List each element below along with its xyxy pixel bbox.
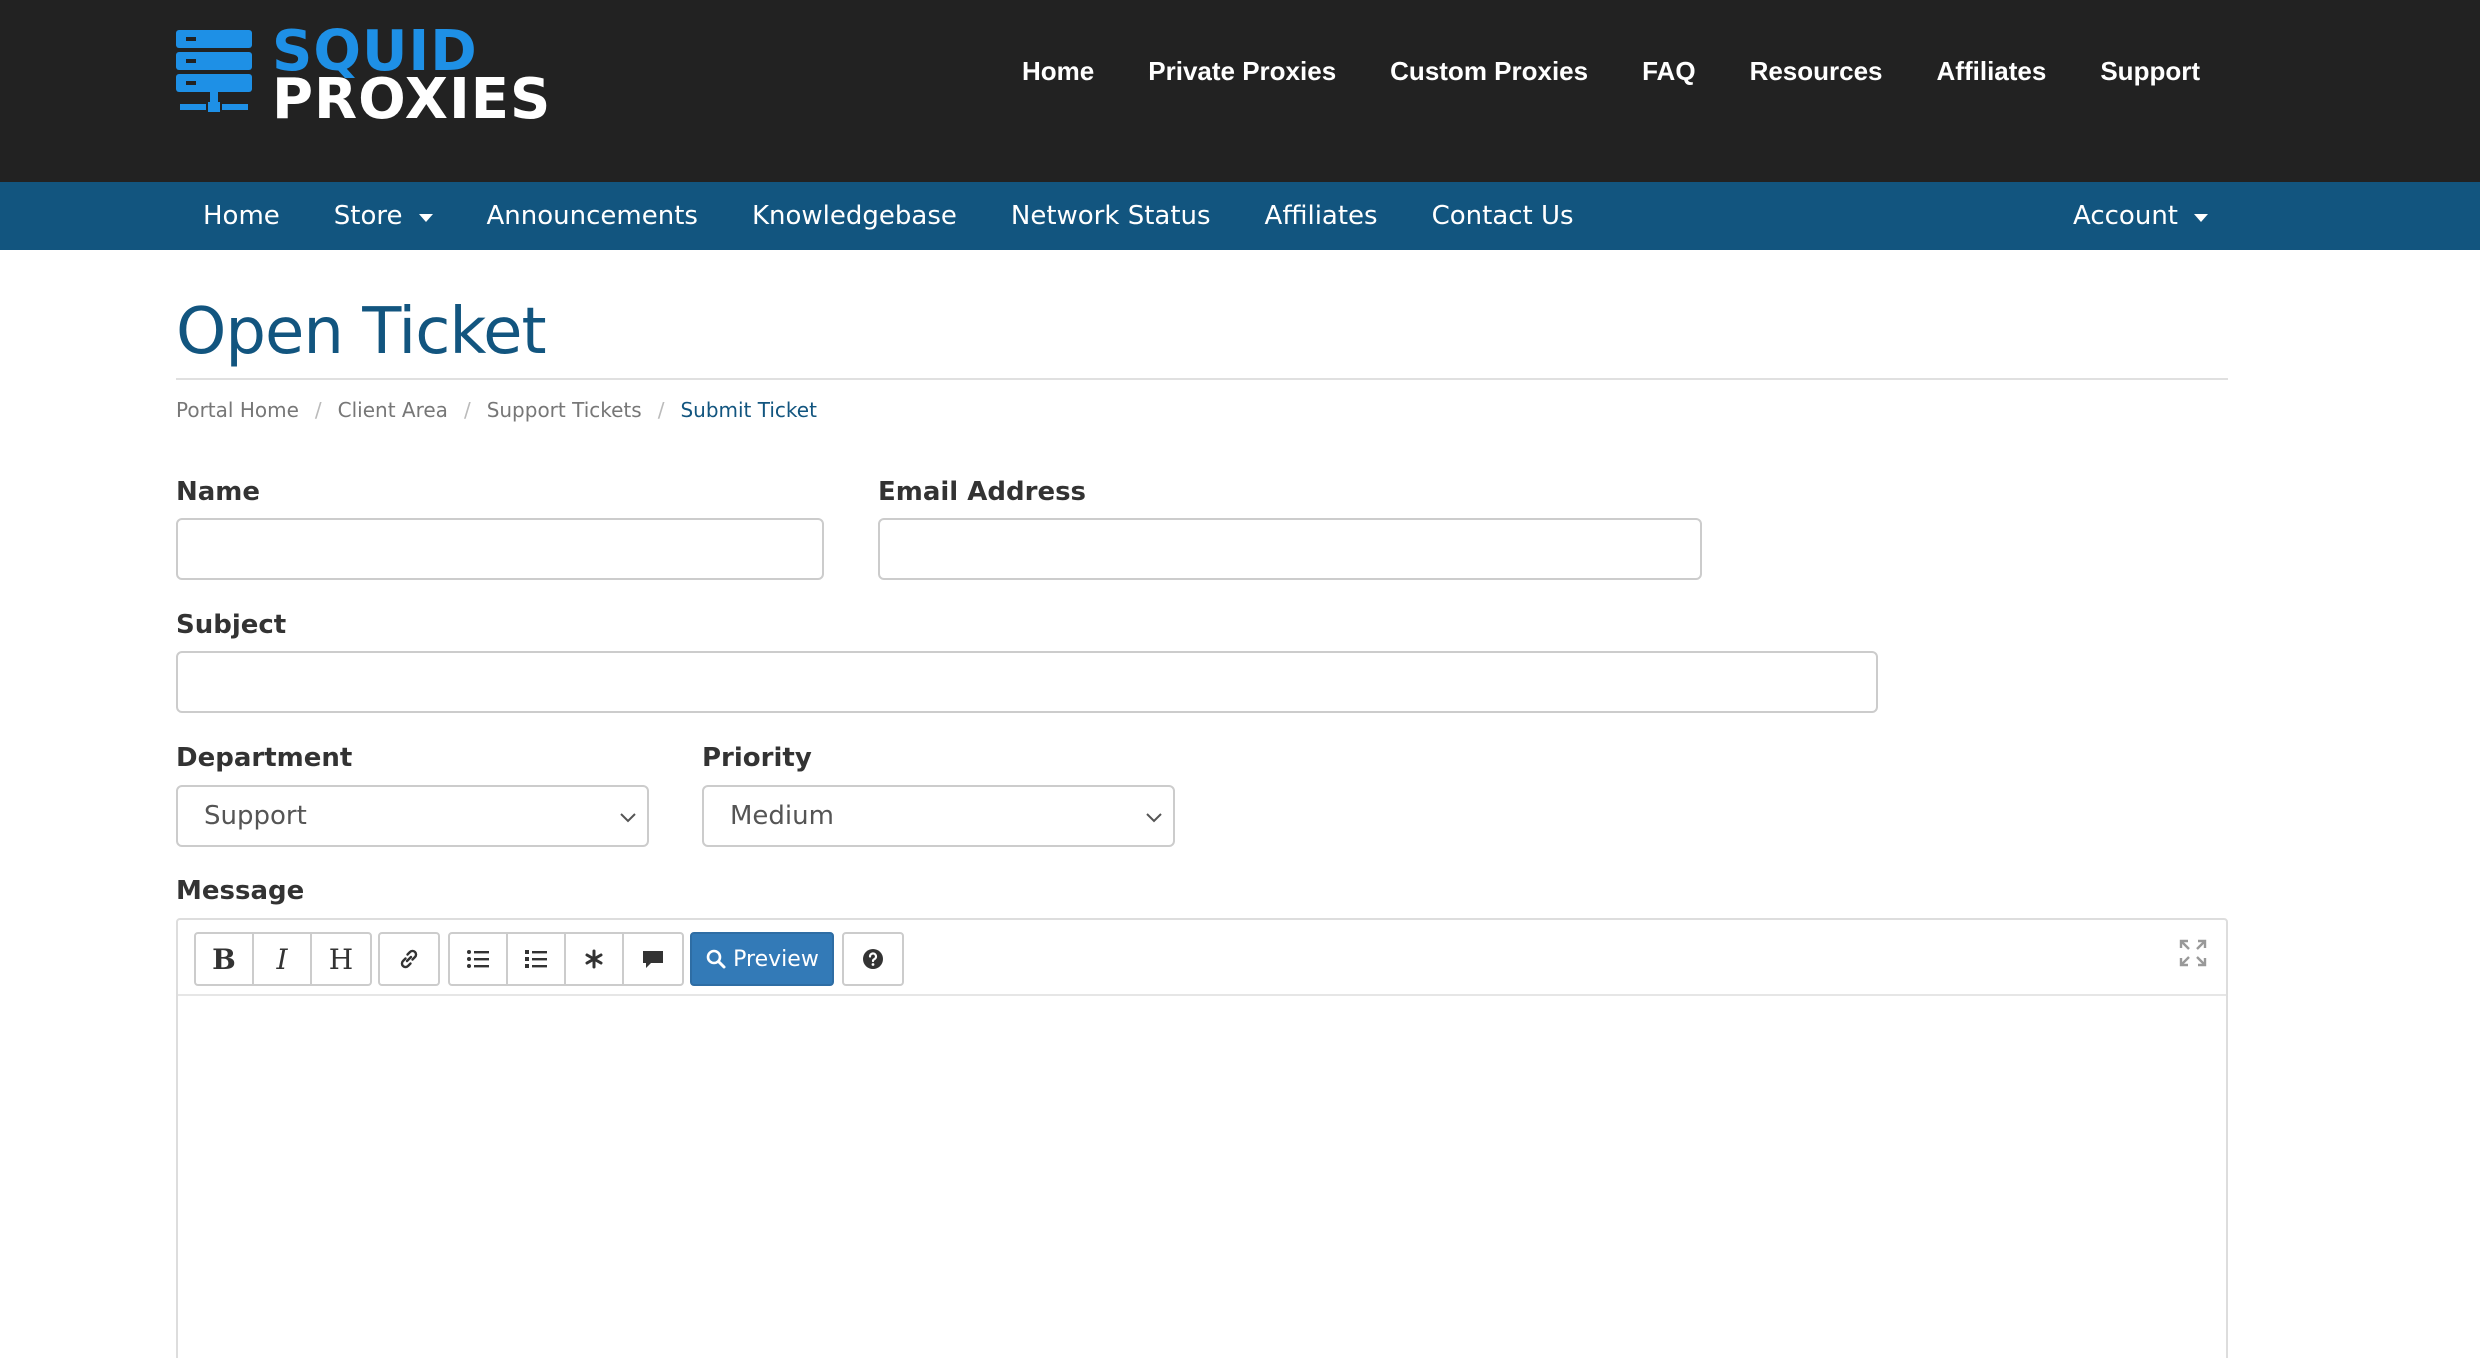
message-label: Message [176, 876, 305, 906]
top-nav-support[interactable]: Support [2100, 56, 2200, 87]
breadcrumb-separator: / [657, 398, 665, 422]
unordered-list-button[interactable] [450, 934, 508, 984]
link-button[interactable] [380, 934, 438, 984]
breadcrumb: Portal Home / Client Area / Support Tick… [176, 396, 817, 424]
site-logo[interactable]: SQUID PROXIES [176, 24, 576, 128]
department-select[interactable]: Support [176, 785, 649, 847]
italic-icon: I [276, 942, 288, 976]
asterisk-button[interactable] [566, 934, 624, 984]
message-editor: B I H Preview [176, 918, 2228, 1358]
breadcrumb-separator: / [314, 398, 322, 422]
main-nav-home-label: Home [203, 201, 280, 231]
list-button-group [448, 932, 684, 986]
preview-button[interactable]: Preview [690, 932, 834, 986]
breadcrumb-client-area[interactable]: Client Area [338, 396, 448, 424]
search-icon [706, 949, 726, 969]
heading-icon: H [328, 942, 354, 976]
logo-text-proxies: PROXIES [272, 67, 552, 132]
main-nav: Home Store Announcements Knowledgebase N… [0, 182, 2480, 250]
account-menu[interactable]: Account [2073, 201, 2208, 231]
list-ol-icon [525, 950, 547, 968]
comment-icon [643, 951, 663, 968]
question-circle-icon [863, 949, 883, 969]
main-nav-contact-us[interactable]: Contact Us [1405, 182, 1601, 250]
main-nav-knowledgebase[interactable]: Knowledgebase [725, 182, 984, 250]
priority-label: Priority [702, 743, 812, 773]
title-divider [176, 378, 2228, 380]
comment-button[interactable] [624, 934, 682, 984]
format-button-group: B I H [194, 932, 372, 986]
main-nav-network-status[interactable]: Network Status [984, 182, 1238, 250]
breadcrumb-portal-home[interactable]: Portal Home [176, 396, 299, 424]
email-label: Email Address [878, 477, 1087, 507]
top-nav-custom-proxies[interactable]: Custom Proxies [1390, 56, 1588, 87]
department-value: Support [204, 801, 307, 831]
ordered-list-button[interactable] [508, 934, 566, 984]
main-nav-network-status-label: Network Status [1010, 201, 1211, 231]
main-nav-store[interactable]: Store [307, 182, 460, 250]
list-ul-icon [467, 950, 489, 968]
account-menu-label: Account [2073, 201, 2178, 231]
preview-label: Preview [733, 946, 819, 972]
link-icon [400, 949, 418, 969]
subject-input[interactable] [176, 651, 1878, 713]
name-label: Name [176, 477, 261, 507]
top-nav-affiliates[interactable]: Affiliates [1937, 56, 2047, 87]
chevron-down-icon [1146, 813, 1162, 823]
editor-toolbar: B I H Preview [178, 920, 2226, 996]
top-nav: Home Private Proxies Custom Proxies FAQ … [1022, 56, 2200, 87]
link-button-group [378, 932, 440, 986]
breadcrumb-submit-ticket: Submit Ticket [680, 398, 817, 422]
message-textarea[interactable] [178, 998, 2226, 1358]
top-header: SQUID PROXIES Home Private Proxies Custo… [0, 0, 2480, 182]
top-nav-home[interactable]: Home [1022, 56, 1094, 87]
main-nav-home[interactable]: Home [176, 182, 307, 250]
priority-select[interactable]: Medium [702, 785, 1175, 847]
main-nav-affiliates-label: Affiliates [1264, 201, 1378, 231]
bold-icon: B [212, 942, 236, 976]
name-input[interactable] [176, 518, 824, 580]
help-button[interactable] [844, 934, 902, 984]
top-nav-resources[interactable]: Resources [1750, 56, 1883, 87]
italic-button[interactable]: I [254, 934, 312, 984]
priority-value: Medium [730, 801, 834, 831]
caret-down-icon [418, 214, 433, 222]
breadcrumb-separator: / [463, 398, 471, 422]
help-button-group [842, 932, 904, 986]
main-nav-affiliates[interactable]: Affiliates [1238, 182, 1405, 250]
server-stack-icon [176, 30, 252, 112]
page-title: Open Ticket [176, 295, 547, 369]
main-nav-announcements[interactable]: Announcements [460, 182, 725, 250]
fullscreen-icon[interactable] [2178, 938, 2208, 968]
bold-button[interactable]: B [196, 934, 254, 984]
heading-button[interactable]: H [312, 934, 370, 984]
subject-label: Subject [176, 610, 287, 640]
email-input[interactable] [878, 518, 1702, 580]
department-label: Department [176, 743, 353, 773]
asterisk-icon [585, 949, 603, 969]
top-nav-faq[interactable]: FAQ [1642, 56, 1695, 87]
main-nav-knowledgebase-label: Knowledgebase [751, 201, 957, 231]
main-nav-contact-us-label: Contact Us [1431, 201, 1574, 231]
chevron-down-icon [620, 813, 636, 823]
main-nav-store-label: Store [333, 201, 403, 231]
main-nav-announcements-label: Announcements [486, 201, 698, 231]
top-nav-private-proxies[interactable]: Private Proxies [1148, 56, 1336, 87]
breadcrumb-support-tickets[interactable]: Support Tickets [487, 396, 642, 424]
caret-down-icon [2194, 214, 2208, 222]
